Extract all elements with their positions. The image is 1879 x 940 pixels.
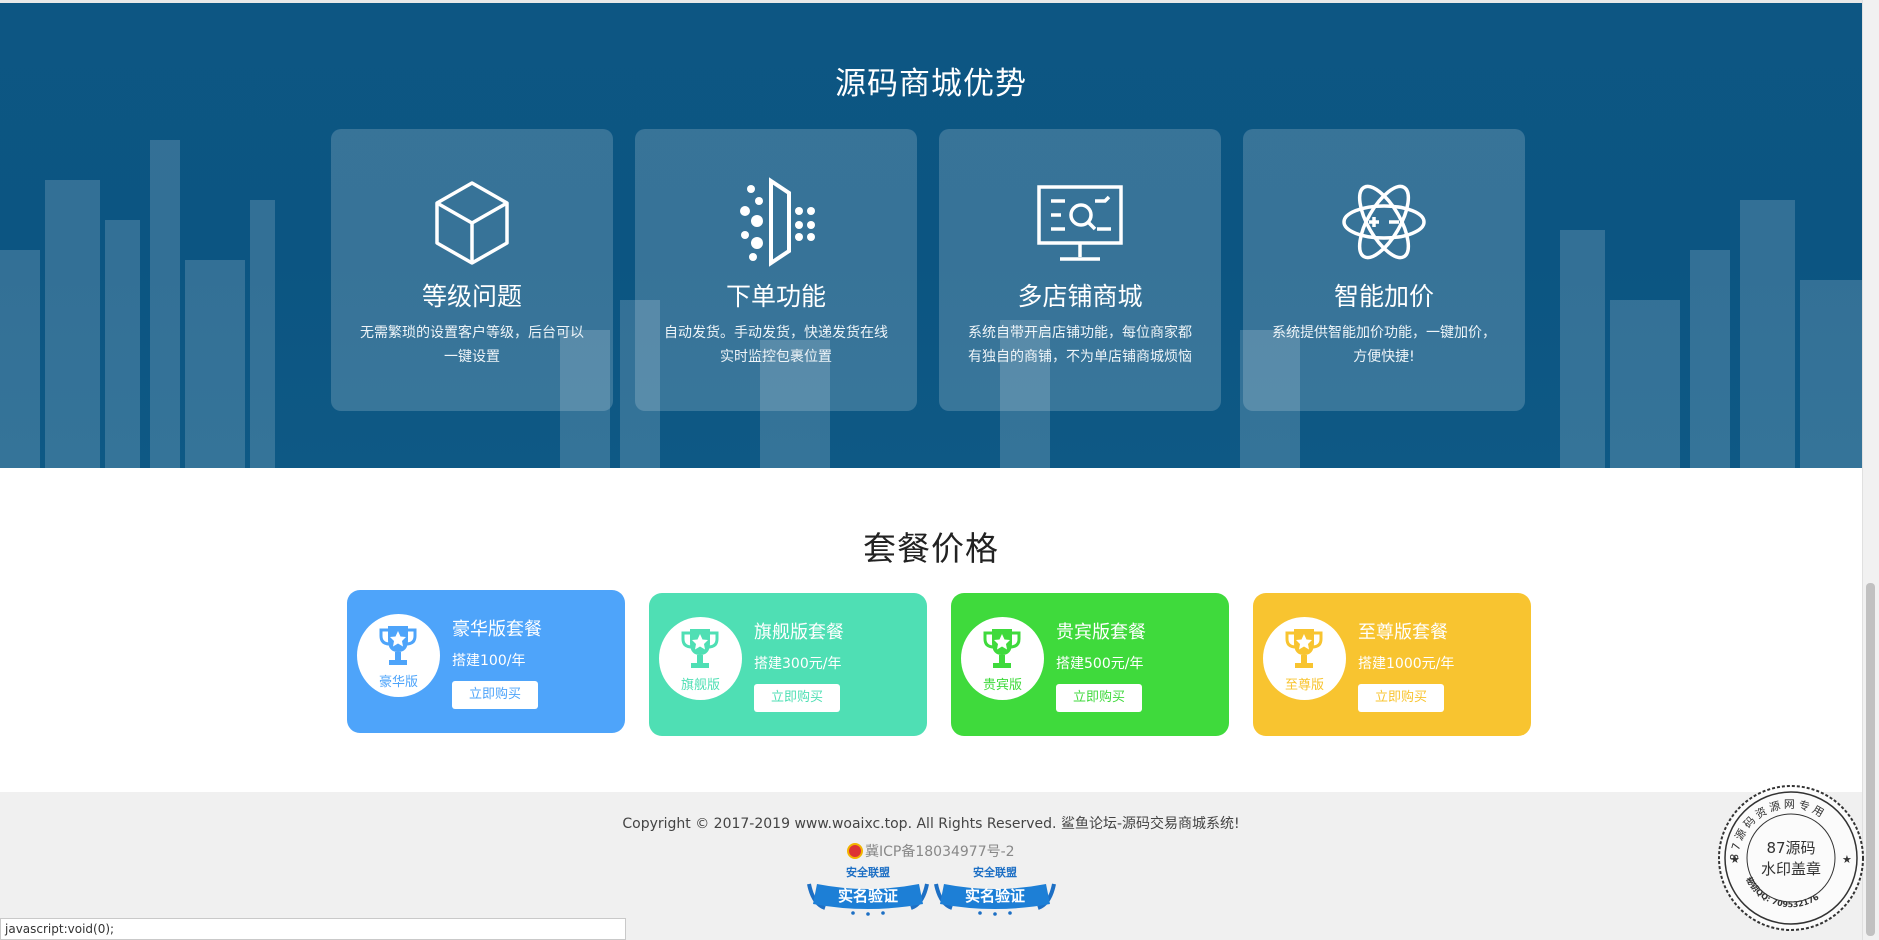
card-desc-line: 方便快捷!	[1353, 349, 1415, 365]
plan-card-vip: 贵宾版 贵宾版套餐 搭建500元/年 立即购买	[951, 593, 1229, 736]
buy-now-button[interactable]: 立即购买	[452, 681, 538, 709]
plan-price: 搭建300元/年	[754, 656, 842, 672]
advantages-title: 源码商城优势	[835, 66, 1027, 102]
buy-now-button[interactable]: 立即购买	[1056, 684, 1142, 712]
card-desc-line: 实时监控包裹位置	[720, 349, 832, 365]
browser-status-bar: javascript:void(0);	[0, 918, 626, 940]
plan-badge-circle: 豪华版	[357, 614, 440, 697]
plan-card-supreme: 至尊版 至尊版套餐 搭建1000元/年 立即购买	[1253, 593, 1531, 736]
plan-price: 搭建100/年	[452, 653, 526, 669]
cube-icon	[427, 177, 517, 267]
advantage-card-smart-pricing: 智能加价 系统提供智能加价功能，一键加价， 方便快捷!	[1243, 129, 1525, 411]
card-title: 多店铺商城	[1017, 282, 1143, 311]
verify-ribbon-icon: 安全联盟 实名验证	[807, 865, 929, 916]
advantage-card-order: 下单功能 自动发货。手动发货，快递发货在线 实时监控包裹位置	[635, 129, 917, 411]
card-desc-line: 系统提供智能加价功能，一键加价，	[1272, 325, 1496, 341]
card-desc-line: 有独自的商铺，不为单店铺商城烦恼	[968, 349, 1192, 365]
advantages-section: 源码商城优势 等级问题 无需繁琐的设置客户等级，后台可以 一键设置 下单功能 自…	[0, 0, 1862, 468]
trophy-icon	[681, 629, 719, 668]
card-desc-line: 一键设置	[444, 349, 500, 365]
icp-text: 冀ICP备18034977号-2	[865, 844, 1015, 860]
card-description: 系统提供智能加价功能，一键加价， 方便快捷!	[1269, 321, 1499, 369]
trophy-icon	[983, 629, 1021, 668]
atom-icon	[1339, 177, 1429, 267]
pricing-title: 套餐价格	[863, 529, 999, 568]
card-title: 智能加价	[1333, 282, 1434, 311]
monitor-icon	[1035, 177, 1125, 267]
verify-top-text: 安全联盟	[973, 865, 1017, 879]
plan-badge-circle: 贵宾版	[961, 617, 1044, 700]
plan-card-flagship: 旗舰版 旗舰版套餐 搭建300元/年 立即购买	[649, 593, 927, 736]
plan-name: 旗舰版套餐	[754, 622, 844, 643]
plan-badge-label: 豪华版	[378, 675, 418, 690]
plan-name: 贵宾版套餐	[1056, 622, 1146, 643]
card-description: 系统自带开启店铺功能，每位商家都 有独自的商铺，不为单店铺商城烦恼	[965, 321, 1195, 369]
stamp-star-icon: ★	[1730, 853, 1740, 866]
verify-main-text: 实名验证	[965, 887, 1025, 905]
realname-verify-badge[interactable]: 安全联盟 实名验证	[932, 864, 1058, 916]
verify-main-text: 实名验证	[838, 887, 898, 905]
plan-price: 搭建500元/年	[1056, 656, 1144, 672]
plan-badge-label: 旗舰版	[680, 678, 720, 693]
verify-top-text: 安全联盟	[846, 865, 890, 879]
plan-badge-label: 至尊版	[1284, 678, 1324, 693]
plan-badge-circle: 旗舰版	[659, 617, 742, 700]
plan-badge-circle: 至尊版	[1263, 617, 1346, 700]
stamp-star-icon: ★	[1842, 853, 1852, 866]
card-description: 自动发货。手动发货，快递发货在线 实时监控包裹位置	[661, 321, 891, 369]
police-badge-icon	[847, 843, 863, 859]
plan-name: 至尊版套餐	[1358, 622, 1448, 643]
card-desc-line: 无需繁琐的设置客户等级，后台可以	[360, 325, 584, 341]
card-title: 等级问题	[421, 282, 522, 311]
buy-now-button[interactable]: 立即购买	[754, 684, 840, 712]
page-scrollbar-thumb[interactable]	[1866, 583, 1875, 936]
stamp-line2: 水印盖章	[1761, 860, 1821, 878]
verify-ribbon-icon: 安全联盟 实名验证	[934, 865, 1056, 916]
delivery-icon	[731, 177, 821, 267]
card-description: 无需繁琐的设置客户等级，后台可以 一键设置	[357, 321, 587, 369]
trophy-icon	[379, 626, 417, 665]
card-desc-line: 自动发货。手动发货，快递发货在线	[664, 325, 888, 341]
top-divider	[0, 0, 1879, 3]
plan-price: 搭建1000元/年	[1358, 656, 1455, 672]
copyright-text: Copyright © 2017-2019 www.woaixc.top. Al…	[622, 816, 1240, 832]
card-title: 下单功能	[725, 282, 826, 311]
plan-card-deluxe: 豪华版 豪华版套餐 搭建100/年 立即购买	[347, 590, 625, 733]
stamp-line1: 87源码	[1766, 839, 1815, 857]
watermark-stamp: 87源码资源网专用 秘钥QQ: 709532176 ★ ★ 87源码 水印盖章	[1718, 785, 1864, 931]
card-desc-line: 系统自带开启店铺功能，每位商家都	[968, 325, 1192, 341]
advantage-card-level: 等级问题 无需繁琐的设置客户等级，后台可以 一键设置	[331, 129, 613, 411]
icp-license-link[interactable]: 冀ICP备18034977号-2	[847, 841, 1015, 861]
realname-verify-badge[interactable]: 安全联盟 实名验证	[805, 864, 931, 916]
plan-badge-label: 贵宾版	[982, 678, 1022, 693]
advantage-card-multi-store: 多店铺商城 系统自带开启店铺功能，每位商家都 有独自的商铺，不为单店铺商城烦恼	[939, 129, 1221, 411]
plan-name: 豪华版套餐	[452, 619, 542, 640]
trophy-icon	[1285, 629, 1323, 668]
buy-now-button[interactable]: 立即购买	[1358, 684, 1444, 712]
